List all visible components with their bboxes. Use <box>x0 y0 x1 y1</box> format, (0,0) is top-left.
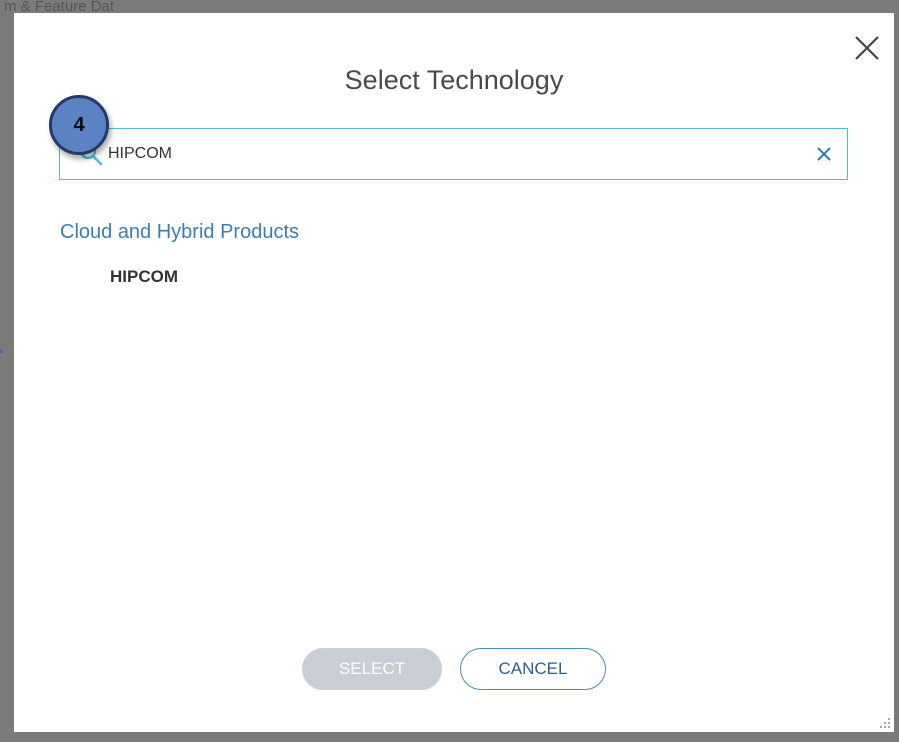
result-item-hipcom[interactable]: HIPCOM <box>110 267 178 287</box>
resize-grip-icon[interactable] <box>877 715 891 729</box>
backdrop-divider <box>0 350 3 353</box>
step-badge: 4 <box>49 95 109 155</box>
cancel-button[interactable]: CANCEL <box>460 648 606 690</box>
select-technology-dialog: Select Technology 4 Cloud and Hybrid Pro… <box>14 13 894 732</box>
group-label-cloud-hybrid: Cloud and Hybrid Products <box>60 221 300 243</box>
search-field[interactable] <box>59 128 848 180</box>
dialog-title: Select Technology <box>344 65 564 95</box>
clear-icon[interactable] <box>813 143 835 165</box>
search-input[interactable] <box>108 141 788 167</box>
close-icon[interactable] <box>852 33 882 63</box>
select-button[interactable]: SELECT <box>302 648 442 690</box>
